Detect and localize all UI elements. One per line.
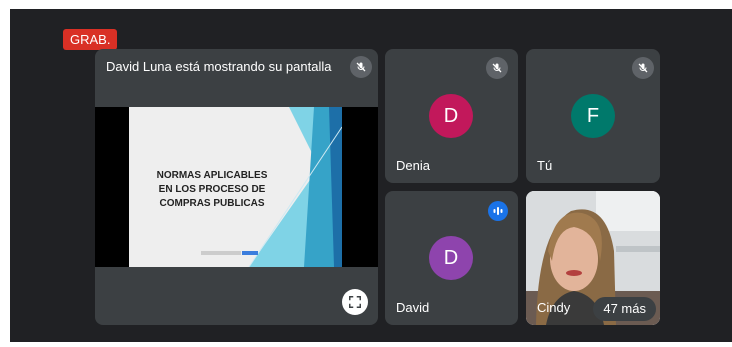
presentation-slide: NORMAS APLICABLES EN LOS PROCESO DE COMP… bbox=[129, 107, 342, 267]
more-participants-button[interactable]: 47 más bbox=[593, 297, 656, 321]
slide-line: NORMAS APLICABLES bbox=[156, 170, 268, 181]
avatar: D bbox=[429, 94, 473, 138]
slide-title: NORMAS APLICABLES EN LOS PROCESO DE COMP… bbox=[149, 169, 275, 211]
participant-tile-self[interactable]: F Tú bbox=[526, 49, 660, 183]
fullscreen-icon bbox=[349, 296, 361, 308]
slide-line: EN LOS PROCESO DE bbox=[158, 184, 266, 195]
presentation-tile[interactable]: David Luna está mostrando su pantalla NO… bbox=[95, 49, 378, 325]
mic-off-icon bbox=[486, 57, 508, 79]
presentation-title: David Luna está mostrando su pantalla bbox=[106, 59, 332, 74]
participant-tile-denia[interactable]: D Denia bbox=[385, 49, 518, 183]
mic-off-icon bbox=[632, 57, 654, 79]
meeting-stage: GRAB. David Luna está mostrando su panta… bbox=[10, 9, 732, 342]
fullscreen-button[interactable] bbox=[342, 289, 368, 315]
participant-name: Cindy bbox=[537, 300, 571, 315]
audio-wave-icon bbox=[488, 201, 508, 221]
participant-name: David bbox=[396, 300, 430, 315]
recording-badge: GRAB. bbox=[63, 29, 118, 50]
participant-tile-cindy[interactable]: Cindy 47 más bbox=[526, 191, 660, 325]
slide-line: COMPRAS PUBLICAS bbox=[159, 198, 265, 209]
mic-off-icon bbox=[350, 56, 372, 78]
participant-name: Tú bbox=[537, 158, 553, 173]
avatar: F bbox=[571, 94, 615, 138]
participant-name: Denia bbox=[396, 158, 430, 173]
participant-tile-david[interactable]: D David bbox=[385, 191, 518, 325]
avatar: D bbox=[429, 236, 473, 280]
shared-screen: NORMAS APLICABLES EN LOS PROCESO DE COMP… bbox=[95, 107, 378, 267]
